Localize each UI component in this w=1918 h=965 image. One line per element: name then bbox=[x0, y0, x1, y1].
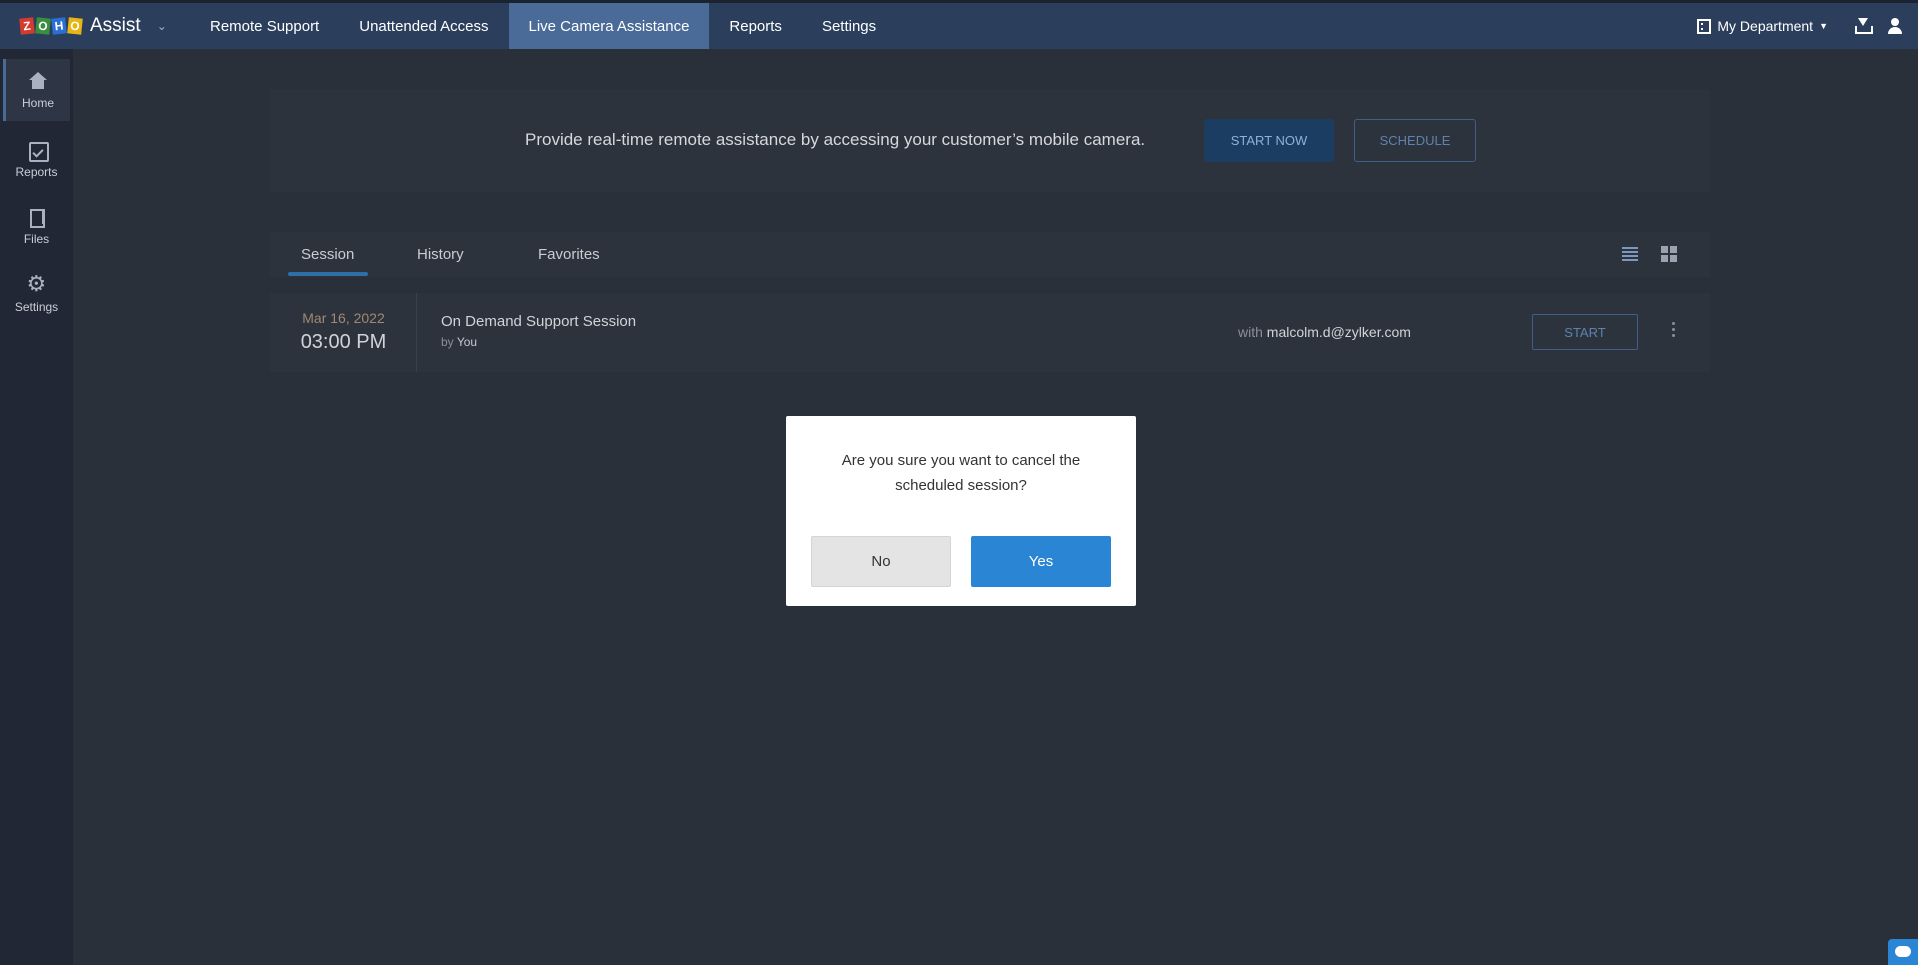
sidebar-item-home[interactable]: Home bbox=[3, 59, 70, 121]
zoho-logo: Z O H O bbox=[19, 17, 83, 35]
no-button[interactable]: No bbox=[811, 536, 951, 587]
building-icon bbox=[1697, 18, 1712, 34]
sidebar-item-label: Home bbox=[21, 95, 54, 110]
brand[interactable]: Z O H O Assist ⌄ bbox=[19, 3, 167, 49]
tab-history[interactable]: History bbox=[417, 246, 464, 263]
sidebar-item-label: Settings bbox=[14, 299, 59, 314]
chat-icon[interactable] bbox=[1888, 939, 1918, 965]
grid-view-icon[interactable] bbox=[1661, 246, 1677, 262]
download-icon[interactable] bbox=[1854, 17, 1873, 35]
schedule-button[interactable]: SCHEDULE bbox=[1354, 119, 1476, 162]
logo-letter: O bbox=[67, 17, 83, 35]
session-title: On Demand Support Session bbox=[441, 313, 637, 330]
session-time: 03:00 PM bbox=[300, 331, 387, 353]
caret-down-icon: ▼ bbox=[1819, 21, 1828, 31]
user-icon[interactable] bbox=[1886, 17, 1904, 35]
nav-remote-support[interactable]: Remote Support bbox=[190, 3, 339, 49]
nav-reports[interactable]: Reports bbox=[709, 3, 802, 49]
department-selector[interactable]: My Department ▼ bbox=[1697, 18, 1828, 34]
reports-icon bbox=[27, 140, 49, 162]
nav-settings[interactable]: Settings bbox=[802, 3, 896, 49]
start-session-button[interactable]: START bbox=[1532, 314, 1638, 350]
nav-live-camera-assistance[interactable]: Live Camera Assistance bbox=[508, 3, 710, 49]
logo-letter: H bbox=[51, 17, 67, 35]
logo-letter: O bbox=[35, 17, 51, 35]
sidebar-item-label: Files bbox=[23, 231, 50, 246]
session-row[interactable]: Mar 16, 2022 03:00 PM On Demand Support … bbox=[270, 293, 1710, 372]
more-options-icon[interactable] bbox=[1672, 322, 1676, 338]
main-nav: Remote Support Unattended Access Live Ca… bbox=[190, 3, 896, 49]
sidebar-item-label: Reports bbox=[15, 164, 58, 179]
sidebar-item-files[interactable]: Files bbox=[3, 195, 70, 257]
sidebar-item-settings[interactable]: Settings bbox=[3, 263, 70, 325]
top-right-controls: My Department ▼ bbox=[1697, 3, 1918, 49]
session-customer: with malcolm.d@zylker.com bbox=[1238, 324, 1411, 340]
session-date: Mar 16, 2022 bbox=[302, 310, 385, 326]
tab-session[interactable]: Session bbox=[301, 246, 354, 263]
start-now-button[interactable]: START NOW bbox=[1204, 119, 1334, 162]
camera-assist-banner: Provide real-time remote assistance by a… bbox=[270, 89, 1710, 192]
session-owner-name: You bbox=[456, 335, 478, 349]
session-datetime: Mar 16, 2022 03:00 PM bbox=[270, 293, 417, 372]
gear-icon bbox=[27, 271, 47, 297]
yes-button[interactable]: Yes bbox=[971, 536, 1111, 587]
app-name: Assist bbox=[90, 15, 141, 36]
logo-letter: Z bbox=[19, 17, 35, 35]
department-label: My Department bbox=[1717, 18, 1814, 34]
sidebar: Home Reports Files Settings bbox=[0, 49, 73, 965]
files-icon bbox=[27, 207, 47, 228]
banner-text: Provide real-time remote assistance by a… bbox=[525, 130, 1146, 149]
session-customer-email: malcolm.d@zylker.com bbox=[1266, 324, 1411, 340]
chevron-down-icon[interactable]: ⌄ bbox=[157, 19, 167, 33]
nav-unattended-access[interactable]: Unattended Access bbox=[339, 3, 508, 49]
session-tabs: Session History Favorites bbox=[270, 232, 1710, 277]
home-icon bbox=[28, 71, 48, 91]
sidebar-item-reports[interactable]: Reports bbox=[3, 128, 70, 190]
tab-favorites[interactable]: Favorites bbox=[538, 246, 600, 263]
session-owner-prefix: by bbox=[441, 335, 454, 349]
session-customer-prefix: with bbox=[1238, 324, 1263, 340]
list-view-icon[interactable] bbox=[1622, 247, 1638, 261]
cancel-session-dialog: Are you sure you want to cancel the sche… bbox=[786, 416, 1136, 606]
top-navigation-bar: Z O H O Assist ⌄ Remote Support Unattend… bbox=[0, 3, 1918, 49]
active-tab-indicator bbox=[288, 272, 368, 276]
session-owner: by You bbox=[441, 335, 477, 349]
dialog-message: Are you sure you want to cancel the sche… bbox=[841, 452, 1081, 494]
